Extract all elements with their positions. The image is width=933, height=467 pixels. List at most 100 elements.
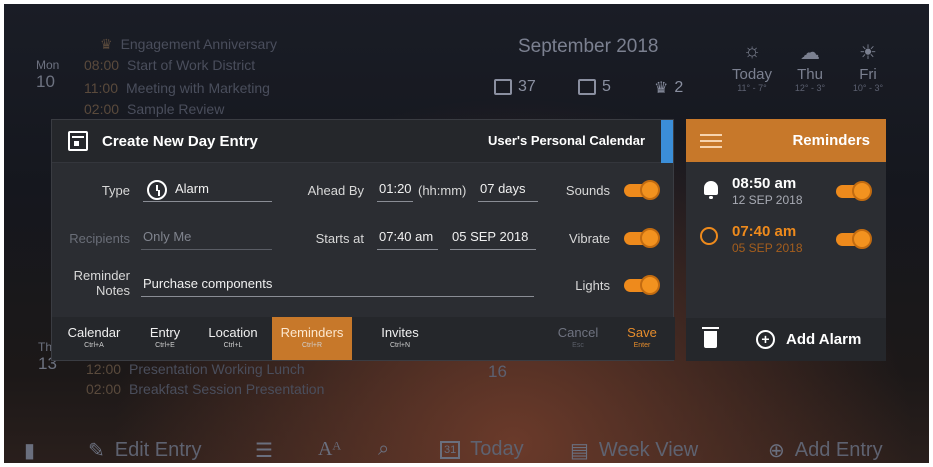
list-view-icon[interactable]: ☰ (255, 438, 273, 463)
recipients-field[interactable]: Only Me (141, 228, 272, 250)
tab-shortcut: Ctrl+A (84, 342, 104, 349)
add-alarm-icon[interactable]: + (756, 330, 775, 349)
start-time-field[interactable]: 07:40 am (377, 228, 438, 250)
weather-day: Today (731, 66, 773, 83)
notes-label-line2: Notes (96, 283, 130, 298)
dialog-tab-bar: Calendar Ctrl+A Entry Ctrl+E Location Ct… (52, 317, 675, 360)
calendar-color-swatch (661, 120, 673, 163)
tab-label: Reminders (280, 325, 344, 340)
weather-day: Fri (859, 66, 877, 83)
reminder-item[interactable]: 07:40 am 05 SEP 2018 (686, 219, 886, 263)
cake-icon: ♛ (654, 80, 669, 97)
ahead-time-field[interactable]: 01:20 (377, 180, 413, 202)
reminder-date: 05 SEP 2018 (732, 241, 803, 255)
cancel-label: Cancel (557, 325, 599, 340)
day-name: Mon (36, 58, 60, 72)
reminder-item[interactable]: 08:50 am 12 SEP 2018 (686, 171, 886, 215)
tab-calendar[interactable]: Calendar Ctrl+A (58, 317, 130, 360)
search-calendar-icon[interactable]: ⌕ (378, 438, 389, 461)
plus-circle-icon: ⊕ (768, 440, 785, 462)
bottom-toolbar: ▮ ✎ Edit Entry ☰ Aᴬ ⌕ 31 Today ▤ Week Vi… (0, 428, 933, 467)
sounds-label: Sounds (565, 183, 610, 198)
reminders-footer: + Add Alarm (686, 318, 886, 361)
today-button[interactable]: 31 Today (440, 438, 524, 461)
dialog-title: Create New Day Entry (102, 132, 258, 150)
day-number: 10 (36, 72, 55, 91)
font-size-icon[interactable]: Aᴬ (318, 438, 341, 461)
checkbox-icon (578, 79, 596, 95)
stat-entries: 37 (494, 78, 536, 96)
weather-fri: ☀ Fri 10° - 3° (838, 40, 898, 93)
weather-range: 12° - 3° (794, 83, 826, 93)
calendar-icon: ▤ (570, 440, 589, 462)
week-view-button[interactable]: ▤ Week View (570, 438, 698, 463)
tab-shortcut: Ctrl+N (389, 342, 411, 349)
bg-event-text: Start of Work District (127, 57, 256, 73)
save-button[interactable]: Save Enter (614, 317, 670, 360)
list-icon (700, 132, 722, 150)
day-label-mon: Mon 10 (36, 58, 59, 92)
cancel-shortcut: Esc (572, 342, 584, 349)
type-field[interactable]: Alarm (143, 180, 272, 202)
bg-event-time: 02:00 (86, 381, 122, 397)
vibrate-label: Vibrate (569, 231, 610, 246)
tab-location[interactable]: Location Ctrl+L (200, 317, 266, 360)
tab-label: Calendar (67, 325, 121, 340)
weather-range: 10° - 3° (852, 83, 884, 93)
edit-icon: ✎ (88, 440, 105, 462)
bg-event: 12:00 Presentation Working Lunch (86, 361, 305, 377)
sounds-toggle[interactable] (624, 180, 660, 200)
add-entry-button[interactable]: ⊕ Add Entry (768, 438, 883, 463)
reminder-time: 08:50 am (732, 175, 797, 192)
book-icon[interactable]: ▮ (24, 438, 35, 463)
calendar-icon (68, 131, 88, 151)
start-date-field[interactable]: 05 SEP 2018 (450, 228, 536, 250)
weather-thu: ☁ Thu 12° - 3° (780, 40, 840, 93)
calendar-selector[interactable]: User's Personal Calendar (488, 133, 645, 148)
ahead-days-field[interactable]: 07 days (478, 180, 538, 202)
today-label: Today (470, 438, 524, 460)
lights-toggle[interactable] (624, 275, 660, 295)
bg-event: ♛ Engagement Anniversary (100, 36, 277, 53)
bg-event: 02:00 Breakfast Session Presentation (86, 381, 324, 397)
week-view-label: Week View (598, 439, 699, 461)
tab-shortcut: Ctrl+R (301, 342, 323, 349)
edit-entry-button[interactable]: ✎ Edit Entry (88, 438, 201, 463)
lights-label: Lights (575, 278, 610, 293)
add-alarm-button[interactable]: Add Alarm (786, 331, 861, 348)
reminders-panel: Reminders 08:50 am 12 SEP 2018 07:40 am … (686, 119, 886, 361)
tab-reminders[interactable]: Reminders Ctrl+R (272, 317, 352, 360)
bg-event-time: 12:00 (86, 361, 122, 377)
cancel-button[interactable]: Cancel Esc (548, 317, 608, 360)
bg-event-text: Engagement Anniversary (120, 36, 277, 52)
weather-range: 11° - 7° (737, 83, 767, 93)
bg-event-text: Breakfast Session Presentation (129, 381, 325, 397)
stat-value: 5 (602, 78, 611, 95)
save-label: Save (627, 325, 657, 340)
tab-shortcut: Ctrl+L (223, 342, 243, 349)
reminder-toggle[interactable] (836, 181, 872, 201)
vibrate-toggle[interactable] (624, 228, 660, 248)
notes-label: Reminder Notes (62, 268, 130, 298)
create-entry-dialog: Create New Day Entry User's Personal Cal… (51, 119, 675, 361)
weather-day: Thu (797, 66, 823, 83)
sun-icon: ☀ (859, 42, 877, 64)
notes-label-line1: Reminder (73, 268, 130, 283)
rain-cloud-icon: ☁ (800, 42, 820, 64)
recipients-label: Recipients (69, 231, 130, 246)
tab-shortcut: Ctrl+E (155, 342, 175, 349)
reminder-time: 07:40 am (732, 223, 797, 240)
today-calendar-icon: 31 (440, 440, 461, 459)
tab-label: Location (208, 325, 258, 340)
reminder-toggle[interactable] (836, 229, 872, 249)
notes-field[interactable]: Purchase components (141, 275, 534, 297)
trash-icon[interactable] (702, 327, 719, 348)
stat-value: 2 (674, 79, 684, 96)
ahead-unit-label: (hh:mm) (418, 183, 467, 198)
bell-icon (704, 181, 718, 199)
app-window: Mon 10 ♛ Engagement Anniversary 08:00 Star… (0, 0, 933, 467)
tab-entry[interactable]: Entry Ctrl+E (134, 317, 196, 360)
type-label: Type (101, 183, 130, 198)
tab-invites[interactable]: Invites Ctrl+N (368, 317, 432, 360)
bg-event: 02:00 Sample Review (84, 101, 224, 117)
